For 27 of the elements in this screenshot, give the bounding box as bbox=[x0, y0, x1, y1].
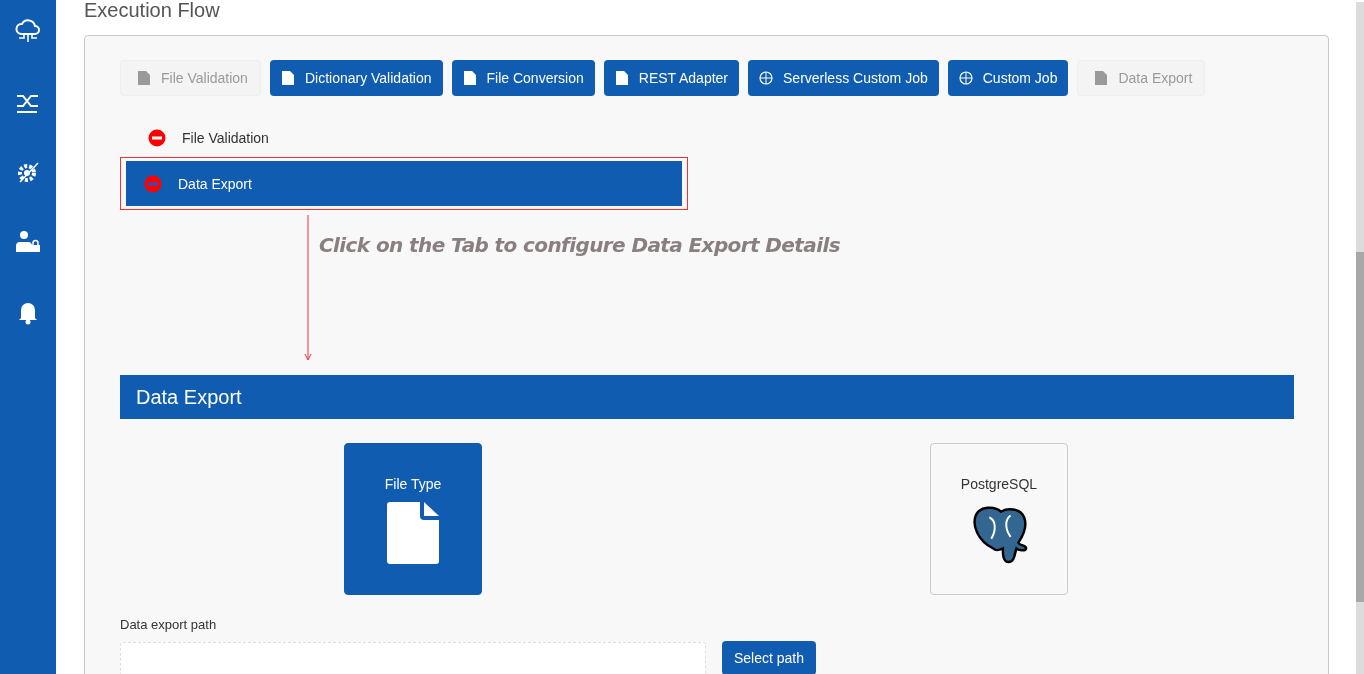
flow-step-tab[interactable]: File Validation bbox=[124, 123, 688, 153]
document-icon bbox=[280, 70, 295, 86]
page-title: Execution Flow bbox=[84, 0, 221, 23]
field-label: Data export path bbox=[120, 617, 218, 632]
path-input-field[interactable] bbox=[120, 642, 706, 674]
section-header: Data Export bbox=[120, 375, 1294, 419]
export-type-card[interactable]: PostgreSQL bbox=[930, 443, 1068, 595]
stop-icon bbox=[144, 174, 162, 193]
document-icon bbox=[462, 70, 477, 86]
document-icon bbox=[614, 70, 629, 86]
flow-step-button[interactable]: Dictionary Validation bbox=[269, 60, 443, 96]
flow-step-button[interactable]: Custom Job bbox=[947, 60, 1069, 96]
flow-step-button[interactable]: Serverless Custom Job bbox=[748, 60, 939, 96]
document-icon bbox=[137, 70, 151, 86]
export-type-card[interactable]: File Type bbox=[344, 443, 482, 595]
flow-step-button[interactable]: File Conversion bbox=[451, 60, 595, 96]
flow-step-button[interactable]: REST Adapter bbox=[603, 60, 739, 96]
stop-icon bbox=[148, 129, 166, 147]
select-path-button[interactable]: Select path bbox=[722, 641, 817, 674]
document-icon bbox=[1094, 70, 1109, 86]
scrollbar-thumb[interactable] bbox=[1356, 252, 1364, 602]
instruction-text: Click on the Tab to configure Data Export Details bbox=[319, 233, 840, 257]
globe-icon bbox=[958, 70, 973, 86]
scrollbar[interactable] bbox=[1356, 2, 1364, 674]
flow-step-tab[interactable]: Data Export bbox=[126, 161, 682, 206]
globe-icon bbox=[759, 70, 773, 86]
file-icon bbox=[387, 502, 439, 564]
